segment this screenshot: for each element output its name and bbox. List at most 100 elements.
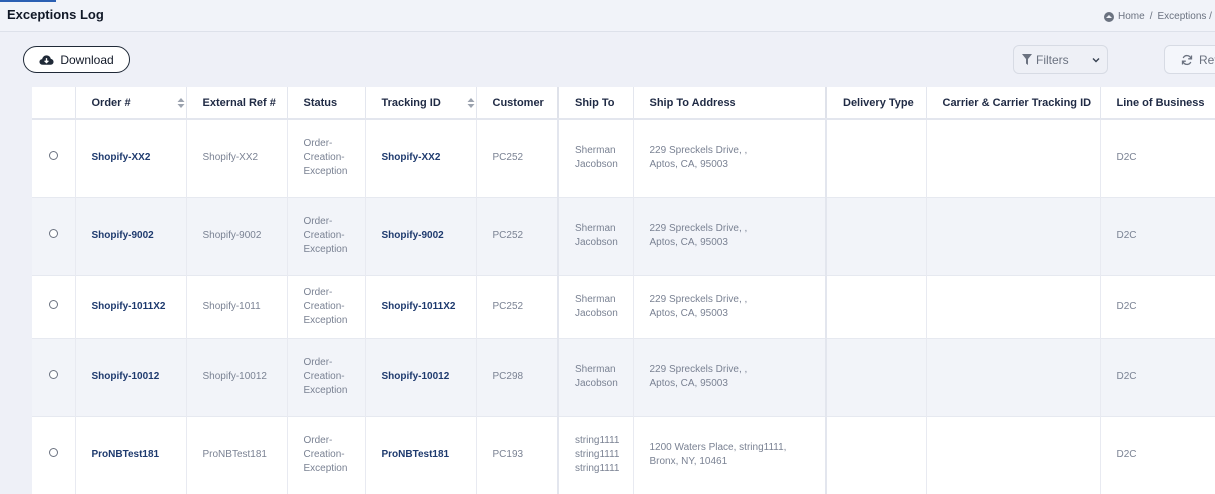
order-cell: Shopify-9002 — [75, 197, 187, 275]
address-cell: 229 Spreckels Drive, , Aptos, CA, 95003 — [633, 197, 827, 275]
carrier-cell — [926, 338, 1101, 416]
row-select-radio[interactable] — [48, 151, 58, 161]
delivery-type-cell — [826, 416, 927, 494]
external-ref-cell: ProNBTest181 — [186, 416, 288, 494]
table-row[interactable]: Shopify-10012 Shopify-10012 Order- Creati… — [32, 338, 1215, 416]
order-link[interactable]: Shopify-1011X2 — [92, 301, 166, 312]
ship-to-cell: Sherman Jacobson — [558, 275, 634, 338]
column-header-ship-to-address-label: Ship To Address — [649, 96, 736, 109]
column-header-delivery-type[interactable]: Delivery Type — [826, 87, 927, 120]
address-line: 229 Spreckels Drive, , — [649, 145, 748, 157]
ship-to-cell: string1111 string1111 string1111 — [558, 416, 634, 494]
address-line: Bronx, NY, 10461 — [649, 456, 728, 467]
filters-dropdown[interactable]: Filters — [1013, 45, 1108, 74]
page-title: Exceptions Log — [7, 7, 104, 22]
status-cell: Order- Creation- Exception — [287, 119, 366, 197]
status-cell: Order- Creation- Exception — [287, 197, 366, 275]
tracking-cell: Shopify-1011X2 — [365, 275, 477, 338]
column-header-tracking-id-label: Tracking ID — [381, 96, 441, 109]
select-column-header — [32, 87, 76, 120]
column-header-status-label: Status — [303, 96, 338, 109]
address-line: Aptos, CA, 95003 — [649, 237, 728, 248]
ship-to-line: Jacobson — [575, 159, 618, 171]
address-line: Aptos, CA, 95003 — [649, 378, 728, 389]
table-row[interactable]: ProNBTest181 ProNBTest181 Order- Creation… — [32, 416, 1215, 494]
table-row[interactable]: Shopify-XX2 Shopify-XX2 Order- Creation- E… — [32, 119, 1215, 197]
ship-to-line: Sherman — [575, 364, 616, 375]
column-header-line-of-business[interactable]: Line of Business — [1100, 87, 1215, 120]
column-header-status[interactable]: Status — [287, 87, 366, 120]
tracking-link[interactable]: Shopify-1011X2 — [382, 301, 456, 312]
table-row[interactable]: Shopify-1011X2 Shopify-1011 Order- Creati… — [32, 275, 1215, 338]
status-line: Creation- — [303, 371, 345, 382]
carrier-cell — [926, 197, 1101, 275]
download-button[interactable]: Download — [23, 46, 130, 73]
delivery-type-cell — [826, 338, 927, 416]
customer-cell: PC252 — [476, 119, 559, 197]
order-link[interactable]: Shopify-9002 — [92, 230, 154, 241]
sort-icon[interactable] — [177, 97, 185, 109]
refresh-icon — [1181, 54, 1193, 65]
tracking-link[interactable]: Shopify-9002 — [382, 230, 444, 241]
status-line: Order- — [303, 138, 333, 150]
breadcrumb-home[interactable]: Home — [1118, 11, 1145, 22]
address-line: Aptos, CA, 95003 — [649, 159, 728, 171]
address-cell: 1200 Waters Place, string1111, Bronx, NY,… — [633, 416, 827, 494]
tracking-cell: ProNBTest181 — [365, 416, 477, 494]
status-cell: Order- Creation- Exception — [287, 338, 366, 416]
refresh-button[interactable]: Refresh — [1164, 45, 1215, 74]
ship-to-line: string1111 — [575, 463, 620, 474]
ship-to-line: Jacobson — [575, 307, 618, 319]
status-line: Order- — [303, 357, 333, 368]
sort-icon[interactable] — [467, 97, 475, 109]
line-of-business-cell: D2C — [1100, 119, 1215, 197]
column-header-ship-to[interactable]: Ship To — [558, 87, 634, 120]
status-line: Exception — [303, 385, 348, 396]
order-cell: Shopify-1011X2 — [75, 275, 187, 338]
breadcrumb-separator: / — [1149, 11, 1153, 22]
address-line: 229 Spreckels Drive, , — [649, 364, 748, 375]
delivery-type-cell — [826, 197, 927, 275]
line-of-business-cell: D2C — [1100, 416, 1215, 494]
column-header-carrier[interactable]: Carrier & Carrier Tracking ID — [926, 87, 1101, 120]
order-link[interactable]: ProNBTest181 — [92, 449, 160, 460]
address-line: 229 Spreckels Drive, , — [649, 293, 748, 305]
chevron-down-icon — [1092, 58, 1100, 63]
page-header: Exceptions Log Home / Exceptions / — [0, 0, 1215, 32]
line-of-business-cell: D2C — [1100, 197, 1215, 275]
column-header-tracking-id[interactable]: Tracking ID — [365, 87, 477, 120]
ship-to-line: Jacobson — [575, 237, 618, 248]
row-select-cell — [32, 338, 76, 416]
column-header-order-label: Order # — [91, 96, 131, 109]
home-icon — [1104, 11, 1114, 22]
customer-cell: PC193 — [476, 416, 559, 494]
row-select-radio[interactable] — [48, 299, 58, 309]
external-ref-cell: Shopify-9002 — [186, 197, 288, 275]
row-select-radio[interactable] — [48, 229, 58, 238]
status-line: Exception — [303, 463, 348, 474]
column-header-customer[interactable]: Customer — [476, 87, 559, 120]
status-line: Order- — [303, 286, 333, 298]
row-select-radio[interactable] — [48, 448, 58, 457]
external-ref-cell: Shopify-10012 — [186, 338, 288, 416]
column-header-external-ref[interactable]: External Ref # — [186, 87, 288, 120]
breadcrumb: Home / Exceptions / — [1104, 11, 1212, 22]
row-select-radio[interactable] — [48, 370, 58, 379]
status-line: Exception — [303, 166, 348, 178]
filter-icon — [1022, 54, 1032, 65]
column-header-customer-label: Customer — [492, 96, 544, 109]
tracking-link[interactable]: Shopify-XX2 — [382, 152, 441, 163]
address-cell: 229 Spreckels Drive, , Aptos, CA, 95003 — [633, 275, 827, 338]
order-link[interactable]: Shopify-10012 — [92, 371, 160, 382]
ship-to-cell: Sherman Jacobson — [558, 119, 634, 197]
tracking-link[interactable]: ProNBTest181 — [382, 449, 450, 460]
external-ref-cell: Shopify-XX2 — [186, 119, 288, 197]
order-link[interactable]: Shopify-XX2 — [92, 152, 151, 163]
row-select-cell — [32, 119, 76, 197]
breadcrumb-current[interactable]: Exceptions / — [1157, 11, 1211, 22]
order-cell: Shopify-XX2 — [75, 119, 187, 197]
column-header-ship-to-address[interactable]: Ship To Address — [633, 87, 827, 120]
table-row[interactable]: Shopify-9002 Shopify-9002 Order- Creation… — [32, 197, 1215, 275]
tracking-link[interactable]: Shopify-10012 — [382, 371, 450, 382]
column-header-order[interactable]: Order # — [75, 87, 187, 120]
